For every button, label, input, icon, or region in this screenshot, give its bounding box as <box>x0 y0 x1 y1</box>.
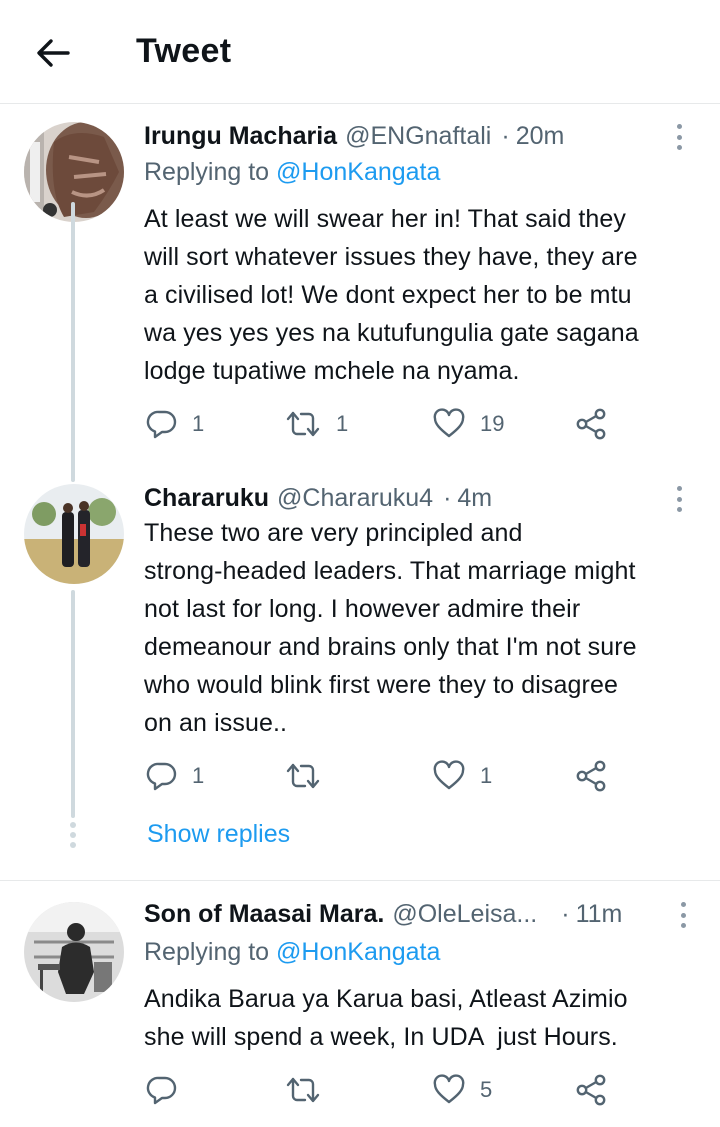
tweet-text-line: not last for long. I however admire thei… <box>144 595 581 623</box>
retweet-button[interactable]: 1 <box>284 404 348 444</box>
tweet-text-line: on an issue.. <box>144 709 288 737</box>
arrow-left-icon <box>37 39 70 67</box>
separator: · <box>561 899 570 928</box>
replying-to-label: Replying to <box>144 938 270 966</box>
more-options-icon[interactable] <box>678 900 688 930</box>
tweet-text: At least we will swear her in! That said… <box>144 200 704 390</box>
like-button[interactable]: 1 <box>432 756 492 796</box>
separator: · <box>501 121 510 150</box>
share-icon <box>576 408 606 440</box>
more-options-icon[interactable] <box>674 122 684 152</box>
reply-button[interactable]: 1 <box>146 756 204 796</box>
author-name[interactable]: Son of Maasai Mara. <box>144 900 384 929</box>
tweet-actions: 1 1 19 <box>144 404 624 444</box>
tweet-text-line: will sort whatever issues they have, the… <box>144 243 638 271</box>
tweet-text-line: demeanour and brains only that I'm not s… <box>144 633 637 661</box>
tweet-actions: 5 <box>144 1070 624 1110</box>
reply-icon <box>146 762 177 791</box>
tweet-text: Andika Barua ya Karua basi, Atleast Azim… <box>144 980 704 1056</box>
tweet-header: Irungu Macharia @ENGnaftali · 20m <box>144 120 700 152</box>
retweet-icon <box>286 763 320 789</box>
share-button[interactable] <box>574 1070 608 1110</box>
back-button[interactable] <box>30 30 76 76</box>
tweet-actions: 1 1 <box>144 756 624 796</box>
divider <box>0 880 720 881</box>
thread-continuation-dots <box>70 822 76 848</box>
tweet-1[interactable]: Irungu Macharia @ENGnaftali · 20m Replyi… <box>0 120 720 482</box>
tweet-2[interactable]: Chararuku @Chararuku4 · 4m These two are… <box>0 482 720 862</box>
like-count: 1 <box>480 763 493 788</box>
thread-connector <box>71 202 75 482</box>
like-button[interactable]: 5 <box>432 1070 492 1110</box>
author-handle[interactable]: @OleLeisa... <box>392 900 537 929</box>
more-options-icon[interactable] <box>674 484 684 514</box>
tweet-text-line: who would blink first were they to disag… <box>144 671 618 699</box>
tweet-text-line: lodge tupatiwe mchele na nyama. <box>144 357 520 385</box>
like-count: 5 <box>480 1077 493 1102</box>
reply-button[interactable]: 1 <box>146 404 204 444</box>
tweet-text-line: Andika Barua ya Karua basi, Atleast Azim… <box>144 985 628 1013</box>
page-title: Tweet <box>136 32 232 70</box>
author-name[interactable]: Irungu Macharia <box>144 122 337 151</box>
retweet-count: 1 <box>336 411 349 436</box>
share-icon <box>576 760 606 792</box>
tweet-text-line: strong-headed leaders. That marriage mig… <box>144 557 636 585</box>
author-handle[interactable]: @ENGnaftali <box>345 122 491 151</box>
timestamp[interactable]: 20m <box>516 122 565 151</box>
tweet-3[interactable]: Son of Maasai Mara. @OleLeisa... · 11m R… <box>0 898 720 1127</box>
reply-icon <box>146 1076 177 1105</box>
share-button[interactable] <box>574 756 608 796</box>
author-handle[interactable]: @Chararuku4 <box>277 484 433 513</box>
retweet-button[interactable] <box>284 756 336 796</box>
reply-count: 1 <box>192 411 205 436</box>
tweet-text-line: wa yes yes yes na kutufungulia gate saga… <box>144 319 639 347</box>
avatar[interactable] <box>24 484 124 584</box>
timestamp[interactable]: 4m <box>457 484 492 513</box>
avatar[interactable] <box>24 902 124 1002</box>
like-icon <box>433 408 465 438</box>
separator: · <box>443 483 452 512</box>
retweet-icon <box>286 411 320 437</box>
replying-to-handle[interactable]: @HonKangata <box>276 938 440 966</box>
tweet-text-line: she will spend a week, In UDA just Hours… <box>144 1023 618 1051</box>
tweet-header: Chararuku @Chararuku4 · 4m <box>144 482 700 514</box>
like-count: 19 <box>480 411 505 436</box>
retweet-icon <box>286 1077 320 1103</box>
tweet-header: Son of Maasai Mara. @OleLeisa... · 11m <box>144 898 700 930</box>
show-replies-link[interactable]: Show replies <box>147 820 290 849</box>
tweet-text-line: a civilised lot! We dont expect her to b… <box>144 281 632 309</box>
replying-to: Replying to @HonKangata <box>144 938 440 967</box>
share-button[interactable] <box>574 404 608 444</box>
thread-connector <box>71 590 75 818</box>
reply-button[interactable] <box>146 1070 192 1110</box>
tweet-text: These two are very principled and strong… <box>144 514 704 742</box>
top-bar: Tweet <box>0 0 720 104</box>
author-name[interactable]: Chararuku <box>144 484 269 513</box>
timestamp[interactable]: 11m <box>576 900 623 929</box>
like-button[interactable]: 19 <box>432 404 504 444</box>
share-icon <box>576 1074 606 1106</box>
reply-count: 1 <box>192 763 205 788</box>
replying-to: Replying to @HonKangata <box>144 158 440 187</box>
retweet-button[interactable] <box>284 1070 336 1110</box>
like-icon <box>433 760 465 790</box>
tweet-text-line: At least we will swear her in! That said… <box>144 205 627 233</box>
replying-to-handle[interactable]: @HonKangata <box>276 158 440 186</box>
reply-icon <box>146 410 177 439</box>
like-icon <box>433 1074 465 1104</box>
tweet-text-line: These two are very principled and <box>144 519 523 547</box>
replying-to-label: Replying to <box>144 158 270 186</box>
